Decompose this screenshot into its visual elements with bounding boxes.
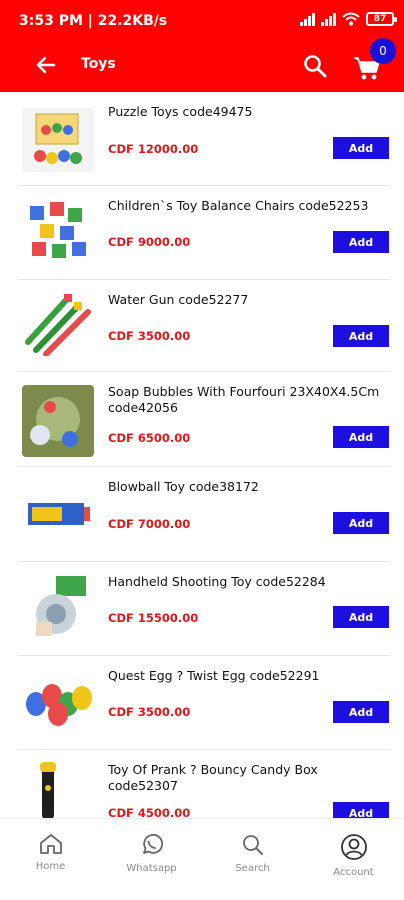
status-bar: 3:53 PM | 22.2KB/s 87 [0, 0, 404, 44]
nav-account[interactable]: Account [303, 819, 404, 900]
product-name: Puzzle Toys code49475 [108, 104, 253, 119]
product-image[interactable] [22, 292, 94, 356]
product-item[interactable]: Children`s Toy Balance Chairs code52253 … [18, 186, 390, 280]
product-name: Soap Bubbles With Fourfouri 23X40X4.5Cm … [108, 384, 380, 415]
product-price: CDF 3500.00 [108, 705, 191, 719]
battery-level: 87 [373, 14, 387, 24]
status-icons: 87 [300, 12, 397, 26]
product-item[interactable]: Soap Bubbles With Fourfouri 23X40X4.5Cm … [18, 372, 390, 467]
home-icon [39, 834, 62, 854]
add-button[interactable]: Add [333, 137, 389, 159]
product-price: CDF 3500.00 [108, 329, 191, 343]
product-name: Children`s Toy Balance Chairs code52253 [108, 198, 369, 213]
product-price: CDF 9000.00 [108, 235, 191, 249]
product-price: CDF 4500.00 [108, 806, 191, 818]
battery-icon: 87 [366, 12, 397, 26]
product-item[interactable]: Blowball Toy code38172 CDF 7000.00 Add [18, 467, 390, 562]
product-item[interactable]: Handheld Shooting Toy code52284 CDF 1550… [18, 562, 390, 656]
product-price: CDF 6500.00 [108, 431, 191, 445]
cellular-signal-icon [300, 12, 315, 26]
cellular-signal-icon [321, 12, 336, 26]
add-button[interactable]: Add [333, 512, 389, 534]
add-button[interactable]: Add [333, 606, 389, 628]
app-bar: Toys [0, 44, 404, 92]
add-button[interactable]: Add [333, 325, 389, 347]
nav-home[interactable]: Home [0, 819, 101, 900]
back-arrow-icon[interactable] [34, 53, 58, 77]
status-time-speed: 3:53 PM | 22.2KB/s [19, 13, 168, 29]
nav-label: Home [35, 861, 66, 872]
top-header: 3:53 PM | 22.2KB/s 87 Toys [0, 0, 404, 92]
search-icon[interactable] [302, 53, 328, 79]
product-price: CDF 12000.00 [108, 142, 199, 156]
nav-label: Whatsapp [126, 863, 177, 874]
bottom-navigation: Home Whatsapp Search Account [0, 818, 404, 900]
whatsapp-icon [142, 833, 163, 854]
product-list: Puzzle Toys code49475 CDF 12000.00 Add C… [0, 92, 404, 818]
product-item[interactable]: Water Gun code52277 CDF 3500.00 Add [18, 280, 390, 372]
product-name: Quest Egg ? Twist Egg code52291 [108, 668, 320, 683]
product-image[interactable] [22, 572, 94, 642]
product-image[interactable] [22, 758, 94, 818]
product-name: Toy Of Prank ? Bouncy Candy Box code5230… [108, 762, 318, 793]
product-price: CDF 7000.00 [108, 517, 191, 531]
product-image[interactable] [22, 108, 94, 172]
wifi-icon [342, 12, 360, 26]
product-name: Handheld Shooting Toy code52284 [108, 574, 326, 589]
account-icon [340, 834, 367, 860]
cart-count-badge[interactable]: 0 [370, 38, 396, 64]
nav-whatsapp[interactable]: Whatsapp [101, 819, 202, 900]
nav-label: Search [235, 863, 270, 874]
product-image[interactable] [22, 198, 94, 262]
search-icon [242, 835, 263, 855]
add-button[interactable]: Add [333, 231, 389, 253]
page-title: Toys [81, 56, 116, 72]
nav-search[interactable]: Search [202, 819, 303, 900]
product-name: Blowball Toy code38172 [108, 479, 259, 494]
product-price: CDF 15500.00 [108, 611, 199, 625]
product-image[interactable] [22, 485, 94, 549]
add-button[interactable]: Add [333, 426, 389, 448]
product-image[interactable] [22, 385, 94, 457]
add-button[interactable]: Add [333, 701, 389, 723]
product-image[interactable] [22, 670, 94, 734]
product-item[interactable]: Toy Of Prank ? Bouncy Candy Box code5230… [18, 750, 390, 818]
product-item[interactable]: Puzzle Toys code49475 CDF 12000.00 Add [18, 92, 390, 186]
product-name: Water Gun code52277 [108, 292, 249, 307]
product-item[interactable]: Quest Egg ? Twist Egg code52291 CDF 3500… [18, 656, 390, 750]
add-button[interactable]: Add [333, 802, 389, 818]
nav-label: Account [333, 867, 374, 878]
